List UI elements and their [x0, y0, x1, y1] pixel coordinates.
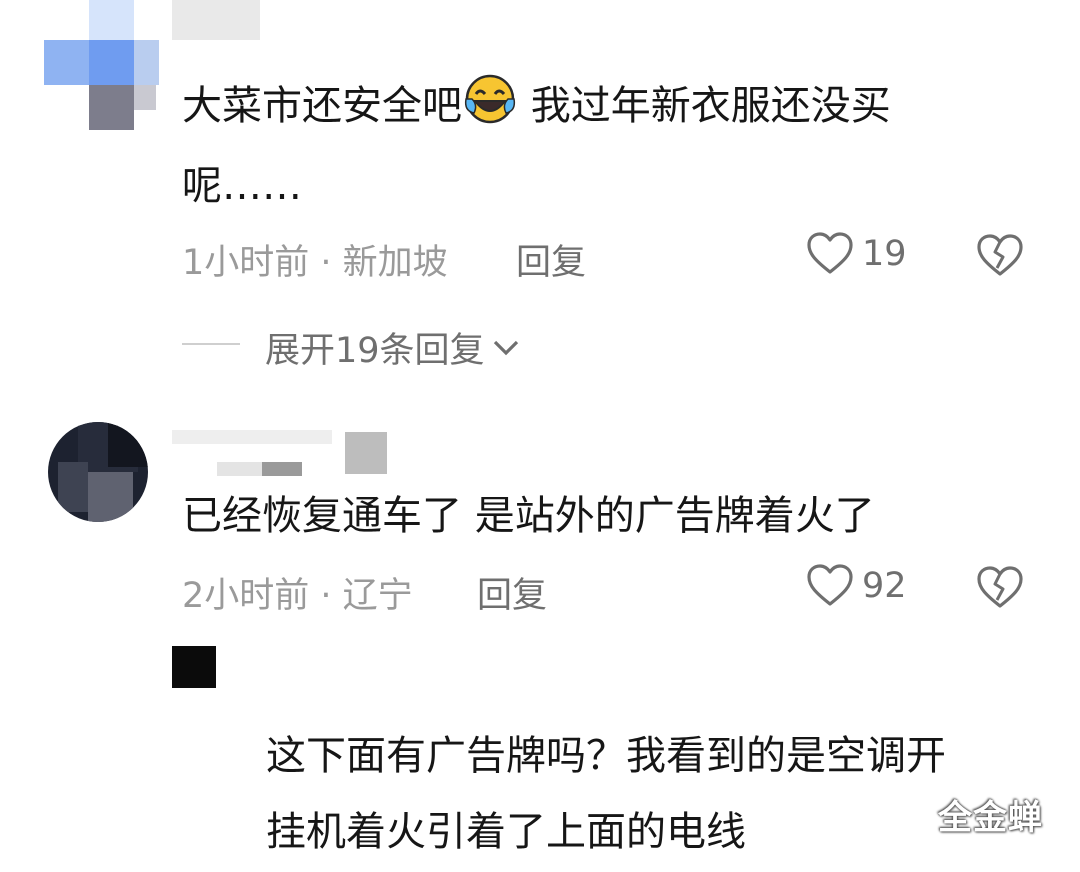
like-button[interactable]: 19: [806, 230, 907, 278]
avatar[interactable]: [44, 0, 164, 130]
watermark: 全金蝉: [938, 798, 1043, 838]
reply-text-line2: 挂机着火引着了上面的电线: [266, 809, 746, 855]
broken-heart-icon: [976, 564, 1024, 610]
chevron-down-icon: [491, 338, 521, 358]
comment-text-line2: 呢……: [182, 163, 302, 209]
expand-replies-label: 展开19条回复: [265, 331, 485, 371]
avatar[interactable]: [48, 422, 148, 522]
like-count: 19: [862, 234, 907, 274]
expand-replies-button[interactable]: 展开19条回复: [265, 322, 521, 373]
comment-text: 已经恢复通车了 是站外的广告牌着火了: [182, 493, 875, 539]
reply-text-line1: 这下面有广告牌吗？我看到的是空调开: [266, 733, 946, 779]
broken-heart-icon: [976, 232, 1024, 278]
username-blurred[interactable]: [172, 0, 260, 40]
dislike-button[interactable]: [976, 564, 1024, 610]
comment-time-location: 2小时前 · 辽宁: [182, 576, 413, 616]
heart-icon: [806, 562, 854, 610]
username-blurred[interactable]: [172, 426, 390, 476]
like-count: 92: [862, 566, 907, 606]
like-button[interactable]: 92: [806, 562, 907, 610]
divider-line: [182, 343, 240, 345]
reply-button[interactable]: 回复: [516, 234, 586, 285]
laughing-emoji-icon: [462, 73, 518, 125]
heart-icon: [806, 230, 854, 278]
reply-button[interactable]: 回复: [477, 567, 547, 618]
dislike-button[interactable]: [976, 232, 1024, 278]
comment-time-location: 1小时前 · 新加坡: [182, 243, 448, 283]
avatar[interactable]: [172, 646, 216, 688]
comment-text: 大菜市还安全吧 我过年新衣服还没买: [182, 66, 1042, 146]
